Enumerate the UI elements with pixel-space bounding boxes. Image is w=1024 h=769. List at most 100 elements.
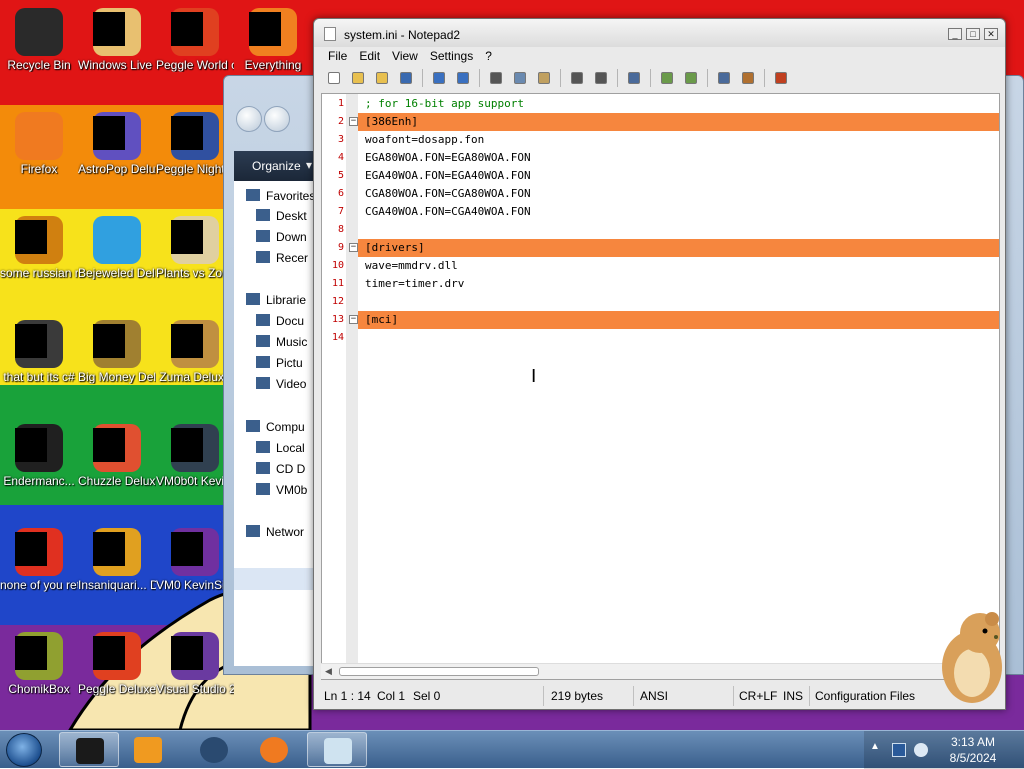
code-line[interactable]: woafont=dosapp.fon (358, 131, 999, 149)
new-icon[interactable] (325, 69, 343, 87)
sidebar-item[interactable]: Librarie (246, 293, 306, 307)
minimize-button[interactable]: _ (948, 28, 962, 40)
volume-icon[interactable] (914, 743, 928, 757)
fold-toggle-icon[interactable]: − (349, 315, 358, 324)
desktop-icon-item[interactable]: Peggle World of Warcraft (156, 8, 234, 72)
back-button[interactable] (236, 106, 262, 132)
sidebar-item[interactable]: Music (256, 335, 307, 349)
desktop-icon-item[interactable]: Recycle Bin (0, 8, 78, 72)
menu-item[interactable]: ? (479, 47, 498, 63)
sidebar-item[interactable]: Deskt (256, 209, 307, 223)
globe-task[interactable] (184, 732, 244, 767)
maximize-button[interactable]: □ (966, 28, 980, 40)
code-line[interactable] (358, 293, 999, 311)
scroll-left-icon[interactable]: ◀ (325, 666, 332, 677)
forward-button[interactable] (264, 106, 290, 132)
firefox-task[interactable] (244, 732, 304, 767)
copy-icon[interactable] (511, 69, 529, 87)
desktop-icon-item[interactable]: Firefox (0, 112, 78, 176)
media-task[interactable] (118, 732, 178, 767)
code-line[interactable]: timer=timer.drv (358, 275, 999, 293)
fold-toggle-icon[interactable]: − (349, 243, 358, 252)
word-wrap-icon[interactable] (625, 69, 643, 87)
organize-button[interactable]: Organize ▾ (234, 151, 324, 181)
explorer-task[interactable] (59, 732, 119, 767)
sidebar-item[interactable]: VM0b (256, 483, 307, 497)
code-line[interactable]: CGA40WOA.FON=CGA40WOA.FON (358, 203, 999, 221)
desktop-icon-item[interactable]: Bejeweled Deluxe (78, 216, 156, 280)
fold-margin[interactable] (346, 94, 358, 679)
document-icon (256, 314, 270, 326)
sidebar-item[interactable]: CD D (256, 462, 305, 476)
notepad2-window[interactable]: system.ini - Notepad2 _ □ ✕ File Edit View… (313, 18, 1006, 710)
sidebar-item[interactable]: Favorites (246, 189, 315, 203)
notepad-task[interactable] (307, 732, 367, 767)
sidebar-item[interactable]: Docu (256, 314, 304, 328)
code-line[interactable]: wave=mmdrv.dll (358, 257, 999, 275)
zoom-out-icon[interactable] (682, 69, 700, 87)
sidebar-item[interactable]: Pictu (256, 356, 303, 370)
scroll-thumb[interactable] (339, 667, 539, 676)
find-icon[interactable] (568, 69, 586, 87)
ini-section-line[interactable]: [mci] (358, 311, 999, 329)
start-button[interactable] (6, 733, 42, 767)
desktop-icon-item[interactable]: Big Money Deluxe (78, 320, 156, 384)
code-line[interactable]: CGA80WOA.FON=CGA80WOA.FON (358, 185, 999, 203)
desktop-icon-item[interactable]: Endermanc... (0, 424, 78, 488)
monitor-icon[interactable] (892, 743, 906, 757)
undo-icon[interactable] (430, 69, 448, 87)
code-line[interactable]: ; for 16-bit app support (358, 95, 999, 113)
desktop-icon-item[interactable]: Insaniquari... Deluxe (78, 528, 156, 592)
desktop-icon-item[interactable]: none of you retards kno... (0, 528, 78, 592)
zoom-in-icon[interactable] (658, 69, 676, 87)
desktop-icon-item[interactable]: Windows Live Mail (78, 8, 156, 72)
desktop-icon-item[interactable]: ChomikBox (0, 632, 78, 696)
menu-item[interactable]: File (322, 47, 353, 63)
fold-toggle-icon[interactable]: − (349, 117, 358, 126)
desktop-icon-item[interactable]: that but its c# (0, 320, 78, 384)
sidebar-item[interactable]: Networ (246, 525, 304, 539)
redaction-box (171, 532, 203, 566)
desktop-icon-item[interactable]: some russian ran a rat (0, 216, 78, 280)
sidebar-item[interactable]: Video (256, 377, 306, 391)
horizontal-scrollbar[interactable]: ◀ (321, 663, 1000, 679)
title-bar[interactable]: system.ini - Notepad2 _ □ ✕ (314, 19, 1005, 47)
scheme-icon[interactable] (715, 69, 733, 87)
status-encoding[interactable]: ANSI (640, 689, 668, 703)
sidebar-item[interactable]: Down (256, 230, 307, 244)
sidebar-item[interactable]: Recer (256, 251, 308, 265)
editor-area[interactable]: 1 2 3 4 5 6 7 8 9 10 11 12 13 14 ; for 16-bit app sup… (321, 93, 1000, 680)
peggle-icon (171, 112, 219, 160)
browse-icon[interactable] (373, 69, 391, 87)
sidebar-item[interactable]: Local (256, 441, 305, 455)
replace-icon[interactable] (592, 69, 610, 87)
desktop-icon-item[interactable]: Chuzzle Deluxe (78, 424, 156, 488)
ini-section-line[interactable]: [drivers] (358, 239, 999, 257)
desktop-icon-item[interactable]: Peggle Deluxe (78, 632, 156, 696)
exit-icon[interactable] (772, 69, 790, 87)
cut-icon[interactable] (487, 69, 505, 87)
open-icon[interactable] (349, 69, 367, 87)
menu-item[interactable]: View (386, 47, 424, 63)
code-line[interactable]: EGA80WOA.FON=EGA80WOA.FON (358, 149, 999, 167)
clock[interactable]: 3:13 AM 8/5/2024 (928, 734, 1018, 766)
desktop-icon-item[interactable]: AstroPop Deluxe (78, 112, 156, 176)
site-icon (171, 424, 219, 472)
save-icon[interactable] (397, 69, 415, 87)
customize-icon[interactable] (739, 69, 757, 87)
menu-item[interactable]: Edit (353, 47, 386, 63)
show-hidden-icons-icon[interactable]: ▲ (870, 741, 884, 755)
desktop-icon-item[interactable]: Everything (234, 8, 312, 72)
sidebar-item[interactable]: Compu (246, 420, 305, 434)
menu-item[interactable]: Settings (424, 47, 479, 63)
status-scheme[interactable]: Configuration Files (815, 689, 915, 703)
code-line[interactable] (358, 221, 999, 239)
status-eol[interactable]: CR+LF (739, 689, 777, 703)
toolbar-separator (650, 69, 651, 87)
paste-icon[interactable] (535, 69, 553, 87)
redo-icon[interactable] (454, 69, 472, 87)
ini-section-line[interactable]: [386Enh] (358, 113, 999, 131)
code-line[interactable]: EGA40WOA.FON=EGA40WOA.FON (358, 167, 999, 185)
close-button[interactable]: ✕ (984, 28, 998, 40)
code-line[interactable] (358, 329, 999, 347)
